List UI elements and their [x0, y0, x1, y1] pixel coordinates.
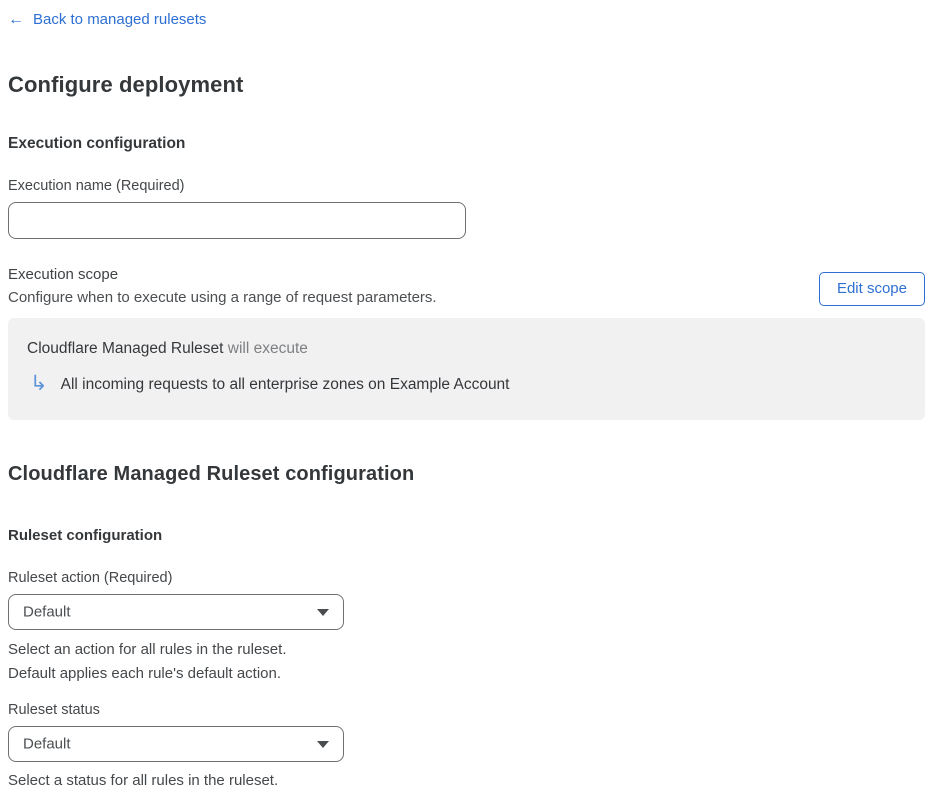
scope-will-execute-text: will execute — [223, 340, 308, 357]
ruleset-action-select[interactable]: Default — [8, 594, 344, 630]
scope-summary-line: Cloudflare Managed Ruleset will execute — [27, 339, 905, 359]
scope-summary-panel: Cloudflare Managed Ruleset will execute … — [8, 318, 925, 420]
scope-ruleset-name: Cloudflare Managed Ruleset — [27, 340, 224, 357]
ruleset-action-label: Ruleset action (Required) — [8, 570, 173, 586]
execution-scope-description: Configure when to execute using a range … — [8, 289, 437, 306]
chevron-down-icon — [317, 609, 329, 616]
ruleset-action-helper-text: Select an action for all rules in the ru… — [8, 638, 925, 685]
edit-scope-button[interactable]: Edit scope — [818, 272, 925, 306]
execution-name-label: Execution name (Required) — [8, 178, 185, 194]
return-arrow-icon: ↳ — [30, 372, 48, 395]
execution-scope-label: Execution scope — [8, 266, 119, 283]
ruleset-configuration-subheading: Ruleset configuration — [8, 527, 163, 544]
ruleset-configuration-section-heading: Cloudflare Managed Ruleset configuration — [8, 463, 415, 485]
execution-configuration-heading: Execution configuration — [8, 135, 186, 152]
back-arrow-icon: ← — [8, 11, 24, 28]
configure-deployment-page: ← Back to managed rulesets Configure dep… — [0, 0, 931, 793]
ruleset-action-helper-line2: Default applies each rule's default acti… — [8, 664, 282, 682]
execution-scope-row: Execution scope Configure when to execut… — [8, 265, 925, 308]
back-to-managed-rulesets-link[interactable]: ← Back to managed rulesets — [8, 10, 206, 29]
ruleset-action-selected-value: Default — [23, 603, 71, 621]
execution-name-input[interactable] — [8, 202, 466, 239]
chevron-down-icon — [317, 741, 329, 748]
page-title: Configure deployment — [8, 72, 244, 97]
ruleset-status-helper-text: Select a status for all rules in the rul… — [8, 772, 279, 789]
ruleset-status-selected-value: Default — [23, 735, 71, 753]
execution-scope-text: Execution scope Configure when to execut… — [8, 265, 437, 308]
back-link-label: Back to managed rulesets — [33, 11, 207, 28]
scope-detail-text: All incoming requests to all enterprise … — [60, 376, 510, 393]
scope-detail-line: ↳ All incoming requests to all enterpris… — [27, 373, 905, 395]
ruleset-status-label: Ruleset status — [8, 702, 100, 718]
ruleset-status-select[interactable]: Default — [8, 726, 344, 762]
ruleset-action-helper-line1: Select an action for all rules in the ru… — [8, 641, 287, 658]
